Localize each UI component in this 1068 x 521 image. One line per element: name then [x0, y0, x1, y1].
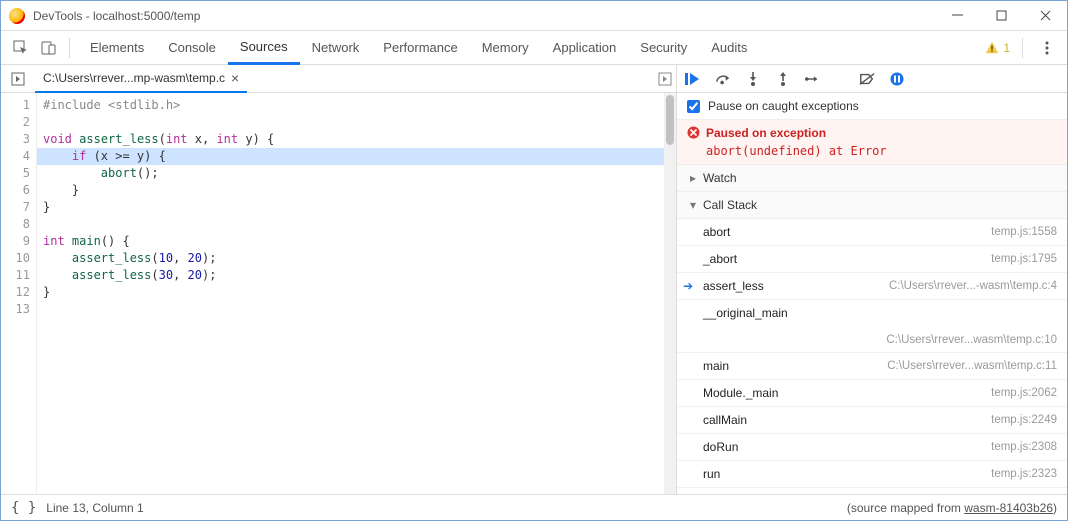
frame-location: temp.js:2062	[991, 387, 1057, 399]
pause-on-caught-checkbox[interactable]	[687, 100, 700, 113]
callstack-frame[interactable]: _abort temp.js:1795	[677, 246, 1067, 273]
callstack-frame[interactable]: doRun temp.js:2308	[677, 434, 1067, 461]
frame-location: temp.js:2249	[991, 414, 1057, 426]
close-button[interactable]	[1023, 1, 1067, 31]
inspect-element-icon[interactable]	[9, 36, 33, 60]
file-tab[interactable]: C:\Users\rrever...mp-wasm\temp.c ×	[35, 65, 247, 93]
line-gutter: 12345678910111213	[1, 93, 37, 494]
debugger-toolbar	[677, 65, 1067, 92]
frame-function: doRun	[703, 440, 738, 454]
paused-message: abort(undefined) at Error	[706, 144, 887, 158]
frame-function: _abort	[703, 252, 737, 266]
step-into-icon[interactable]	[745, 71, 761, 87]
frame-location: temp.js:1795	[991, 253, 1057, 265]
debugger-sidebar: Pause on caught exceptions Paused on exc…	[677, 93, 1067, 494]
callstack-list: abort temp.js:1558 _abort temp.js:1795 ➔ asse…	[677, 219, 1067, 494]
editor-scrollbar[interactable]	[664, 93, 676, 494]
frame-function: abort	[703, 225, 730, 239]
warnings-badge[interactable]: 1	[985, 41, 1010, 55]
paused-title: Paused on exception	[706, 126, 887, 140]
callstack-frame[interactable]: main C:\Users\rrever...wasm\temp.c:11	[677, 353, 1067, 380]
more-tabs-icon[interactable]	[654, 68, 676, 90]
source-map-link[interactable]: wasm-81403b26	[964, 501, 1053, 515]
tab-audits[interactable]: Audits	[699, 31, 759, 65]
error-icon	[687, 126, 700, 142]
tab-elements[interactable]: Elements	[78, 31, 156, 65]
frame-location: temp.js:2308	[991, 441, 1057, 453]
tab-console[interactable]: Console	[156, 31, 228, 65]
tab-security[interactable]: Security	[628, 31, 699, 65]
step-icon[interactable]	[805, 71, 821, 87]
frame-function: main	[703, 359, 729, 373]
status-bar: { } Line 13, Column 1 (source mapped fro…	[1, 494, 1067, 520]
navigator-toggle-icon[interactable]	[7, 68, 29, 90]
chevron-down-icon: ▾	[687, 198, 699, 212]
minimize-button[interactable]	[935, 1, 979, 31]
tab-network[interactable]: Network	[300, 31, 372, 65]
callstack-frame[interactable]: __original_main C:\Users\rrever...wasm\te…	[677, 300, 1067, 353]
source-code[interactable]: #include <stdlib.h> void assert_less(int…	[37, 93, 664, 494]
main-split: 12345678910111213 #include <stdlib.h> vo…	[1, 93, 1067, 494]
file-tab-path: C:\Users\rrever...mp-wasm\temp.c	[43, 71, 225, 85]
tab-sources[interactable]: Sources	[228, 31, 300, 65]
frame-location: temp.js:2323	[991, 468, 1057, 480]
resume-icon[interactable]	[685, 71, 701, 87]
frame-function: assert_less	[703, 279, 764, 293]
step-over-icon[interactable]	[715, 71, 731, 87]
frame-location: temp.js:1558	[991, 226, 1057, 238]
pretty-print-icon[interactable]: { }	[11, 500, 36, 516]
frame-function: __original_main	[703, 306, 1057, 320]
frame-location: C:\Users\rrever...wasm\temp.c:11	[887, 360, 1057, 372]
tab-memory[interactable]: Memory	[470, 31, 541, 65]
frame-function: run	[703, 467, 720, 481]
tab-performance[interactable]: Performance	[371, 31, 469, 65]
maximize-button[interactable]	[979, 1, 1023, 31]
callstack-label: Call Stack	[703, 198, 757, 212]
source-map-info: (source mapped from wasm-81403b26)	[847, 501, 1057, 515]
frame-location: C:\Users\rrever...-wasm\temp.c:4	[889, 280, 1057, 292]
close-tab-icon[interactable]: ×	[231, 70, 239, 86]
frame-location: C:\Users\rrever...wasm\temp.c:10	[886, 334, 1057, 346]
paused-banner: Paused on exception abort(undefined) at …	[677, 120, 1067, 165]
callstack-frame[interactable]: abort temp.js:1558	[677, 219, 1067, 246]
pause-on-caught-row[interactable]: Pause on caught exceptions	[677, 93, 1067, 120]
frame-function: Module._main	[703, 386, 778, 400]
app-icon	[9, 8, 25, 24]
callstack-section[interactable]: ▾ Call Stack	[677, 192, 1067, 219]
more-menu[interactable]	[1035, 36, 1059, 60]
deactivate-breakpoints-icon[interactable]	[859, 71, 875, 87]
panel-tabs: ElementsConsoleSourcesNetworkPerformance…	[1, 31, 1067, 65]
callstack-frame[interactable]: run temp.js:2323	[677, 461, 1067, 488]
current-frame-icon: ➔	[683, 279, 693, 293]
pause-on-caught-label: Pause on caught exceptions	[708, 99, 859, 113]
cursor-position: Line 13, Column 1	[46, 501, 143, 515]
tab-application[interactable]: Application	[541, 31, 629, 65]
callstack-frame[interactable]: ➔ assert_less C:\Users\rrever...-wasm\temp…	[677, 273, 1067, 300]
callstack-frame[interactable]: callMain temp.js:2249	[677, 407, 1067, 434]
window-title: DevTools - localhost:5000/temp	[33, 9, 200, 23]
sources-toolbar: C:\Users\rrever...mp-wasm\temp.c ×	[1, 65, 1067, 93]
watch-label: Watch	[703, 171, 737, 185]
callstack-frame[interactable]: Module._main temp.js:2062	[677, 380, 1067, 407]
chevron-right-icon: ▸	[687, 171, 699, 185]
titlebar: DevTools - localhost:5000/temp	[1, 1, 1067, 31]
step-out-icon[interactable]	[775, 71, 791, 87]
watch-section[interactable]: ▸ Watch	[677, 165, 1067, 192]
warnings-count: 1	[1003, 41, 1010, 55]
editor: 12345678910111213 #include <stdlib.h> vo…	[1, 93, 677, 494]
frame-function: callMain	[703, 413, 747, 427]
pause-on-exceptions-icon[interactable]	[889, 71, 905, 87]
device-toolbar-icon[interactable]	[37, 36, 61, 60]
